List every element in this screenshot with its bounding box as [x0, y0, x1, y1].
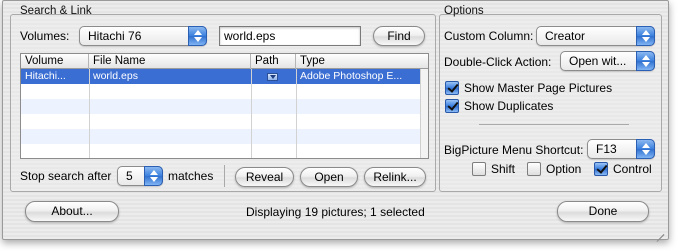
table-scrollbar[interactable]	[420, 69, 428, 158]
custom-column-popup[interactable]: Creator	[536, 26, 655, 46]
column-divider	[296, 69, 297, 158]
show-master-label[interactable]: Show Master Page Pictures	[464, 81, 612, 95]
cell-volume: Hitachi...	[25, 70, 66, 82]
shortcut-popup[interactable]: F13	[587, 139, 655, 159]
path-popup-icon[interactable]	[267, 73, 278, 81]
table-header: Volume File Name Path Type	[21, 54, 428, 69]
matches-label: matches	[168, 169, 214, 183]
show-duplicates-label[interactable]: Show Duplicates	[464, 99, 553, 113]
cell-file-name: world.eps	[93, 70, 138, 82]
option-checkbox[interactable]	[527, 162, 541, 176]
column-header-type[interactable]: Type	[296, 54, 421, 69]
shortcut-value: F13	[596, 142, 617, 156]
search-input[interactable]: world.eps	[219, 26, 361, 46]
double-click-popup[interactable]: Open wit...	[560, 51, 655, 71]
results-table[interactable]: Volume File Name Path Type Hitachi... wo…	[20, 53, 429, 159]
about-button[interactable]: About...	[25, 201, 119, 222]
control-checkbox[interactable]	[594, 162, 608, 176]
stop-count-value: 5	[126, 169, 133, 183]
cell-path[interactable]	[251, 69, 296, 84]
popup-arrows-icon	[636, 26, 655, 46]
column-divider	[89, 69, 90, 158]
dialog-window: Search & Link Volumes: Hitachi 76 world.…	[2, 0, 669, 242]
search-link-title: Search & Link	[20, 5, 92, 17]
popup-arrows-icon	[636, 51, 655, 71]
cell-type: Adobe Photoshop E...	[300, 70, 403, 82]
reveal-button[interactable]: Reveal	[235, 167, 294, 187]
table-row[interactable]: Hitachi... world.eps Adobe Photoshop E..…	[21, 69, 428, 84]
footer-divider	[224, 165, 225, 187]
custom-column-value: Creator	[545, 29, 586, 43]
volumes-popup-value: Hitachi 76	[88, 29, 142, 43]
shift-checkbox[interactable]	[472, 162, 486, 176]
popup-arrows-icon	[636, 139, 655, 159]
column-header-file-name[interactable]: File Name	[89, 54, 251, 69]
show-duplicates-checkbox[interactable]	[445, 99, 459, 113]
popup-arrows-icon	[144, 166, 163, 186]
popup-arrows-icon	[188, 26, 207, 46]
double-click-label: Double-Click Action:	[444, 55, 552, 69]
volumes-popup[interactable]: Hitachi 76	[79, 26, 207, 46]
table-row[interactable]	[21, 99, 428, 114]
custom-column-label: Custom Column:	[444, 29, 534, 43]
table-row[interactable]	[21, 129, 428, 144]
shortcut-label: BigPicture Menu Shortcut:	[444, 143, 584, 157]
show-master-checkbox[interactable]	[445, 81, 459, 95]
options-divider	[479, 124, 629, 125]
done-button[interactable]: Done	[557, 201, 649, 222]
options-title: Options	[444, 5, 484, 17]
column-header-path[interactable]: Path	[251, 54, 296, 69]
find-button[interactable]: Find	[373, 26, 425, 46]
status-text: Displaying 19 pictures; 1 selected	[246, 205, 425, 219]
open-button[interactable]: Open	[300, 167, 358, 187]
column-divider	[251, 69, 252, 158]
shift-label[interactable]: Shift	[491, 162, 515, 176]
stop-count-popup[interactable]: 5	[117, 166, 163, 186]
relink-button[interactable]: Relink...	[364, 167, 426, 187]
control-label[interactable]: Control	[613, 162, 652, 176]
double-click-value: Open wit...	[569, 54, 627, 68]
column-header-volume[interactable]: Volume	[21, 54, 89, 69]
resize-grip-icon[interactable]	[654, 225, 665, 242]
volumes-label: Volumes:	[20, 29, 70, 43]
option-label[interactable]: Option	[546, 162, 581, 176]
stop-search-label: Stop search after	[20, 169, 112, 183]
